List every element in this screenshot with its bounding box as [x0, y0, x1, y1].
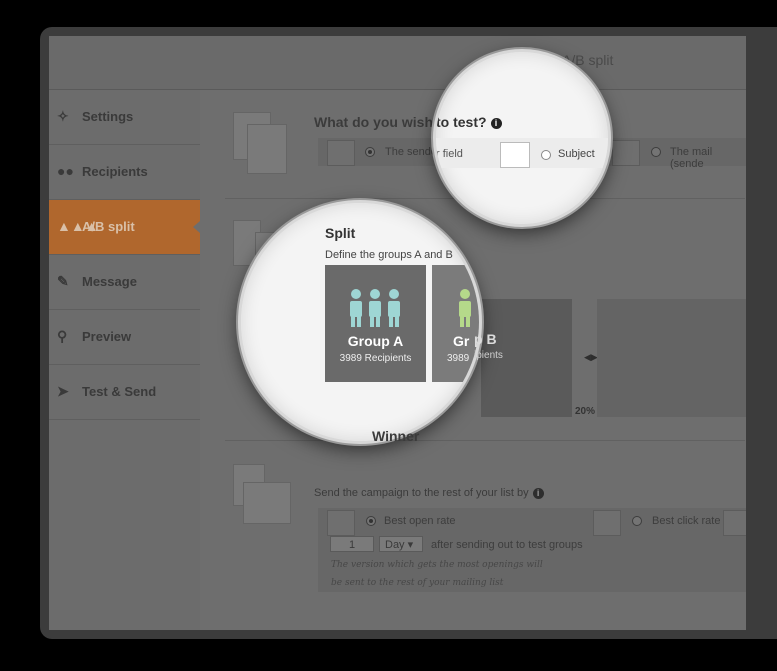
sidebar-item-preview[interactable]: ⚲ Preview	[49, 310, 200, 365]
hand-click-icon	[723, 510, 746, 536]
split-subtitle: Define the groups A and B	[325, 249, 453, 261]
mail-sender-option-label: The mail (sende	[670, 146, 713, 170]
sidebar-item-label: Recipients	[82, 164, 148, 179]
magnifier-split-groups: Split Define the groups A and B Group A …	[238, 200, 482, 444]
test-docs-illustration	[233, 112, 287, 174]
info-icon[interactable]: i	[532, 487, 544, 499]
click-rate-label: Best click rate	[652, 515, 721, 527]
sidebar-item-ab-split[interactable]: ▲▲▲ A/B split	[49, 200, 200, 255]
subject-radio[interactable]	[541, 150, 551, 160]
group-a-name: Group A	[347, 333, 404, 349]
rest-of-list-block	[597, 299, 746, 417]
winner-envelope-illustration	[233, 464, 291, 524]
sidebar-item-message[interactable]: ✎ Message	[49, 255, 200, 310]
group-a-recipients: 3989 Recipients	[339, 353, 412, 364]
sidebar-item-recipients[interactable]: ●● Recipients	[49, 145, 200, 200]
split-percent: 20%	[575, 406, 596, 417]
split-slider-handle-icon[interactable]: ◀▶	[584, 352, 598, 363]
sidebar-item-label: Test & Send	[82, 384, 157, 399]
people-group-icon: ▲▲▲	[57, 218, 99, 234]
winner-note-line1: The version which gets the most openings…	[331, 560, 543, 570]
mail-sender-icon	[612, 140, 640, 166]
magnifier-test-options: to test? i r field Subject	[433, 49, 611, 227]
edit-icon: ✎	[57, 273, 69, 289]
preview-icon: ⚲	[57, 328, 68, 344]
chevron-down-icon: ▾	[407, 539, 414, 551]
sender-radio[interactable]	[365, 147, 375, 157]
sidebar-item-label: Preview	[82, 329, 132, 344]
sidebar-item-test-send[interactable]: ➤ Test & Send	[49, 365, 200, 420]
sidebar: ✧ Settings ●● Recipients ▲▲▲ A/B split ✎…	[49, 90, 200, 630]
open-rate-label: Best open rate	[384, 515, 456, 527]
title-bar: A/B split	[49, 36, 746, 90]
sidebar-item-settings[interactable]: ✧ Settings	[49, 90, 200, 145]
group-b-name-outside: p B	[474, 331, 497, 347]
settings-tools-icon: ✧	[57, 108, 69, 124]
winner-subtitle: Send the campaign to the rest of your li…	[314, 487, 544, 499]
group-a-people-icon	[350, 289, 400, 327]
group-b-card[interactable]: Gr 3989	[432, 265, 479, 382]
winner-subtitle-text: Send the campaign to the rest of your li…	[314, 487, 529, 499]
test-heading: What do you wish	[314, 114, 433, 130]
winner-heading: Winner	[372, 428, 420, 444]
mail-sender-radio[interactable]	[651, 147, 661, 157]
sender-option-label-suffix: r field	[436, 148, 463, 160]
duration-unit-select[interactable]: Day ▾	[379, 536, 423, 552]
sender-icon	[327, 140, 355, 166]
sidebar-item-label: Message	[82, 274, 137, 289]
subject-doc-icon	[500, 142, 530, 168]
test-heading-right-text: to test?	[436, 114, 487, 130]
group-b-recipients: 3989	[447, 353, 470, 364]
duration-unit-value: Day	[385, 539, 405, 551]
group-b-people-icon	[459, 289, 471, 327]
after-sending-label: after sending out to test groups	[431, 539, 583, 551]
subject-option-label: Subject	[558, 148, 595, 160]
sender-option-label: The sender	[385, 146, 441, 158]
group-a-card[interactable]: Group A 3989 Recipients	[325, 265, 426, 382]
click-rate-radio[interactable]	[632, 516, 642, 526]
test-heading-magnified: to test? i	[436, 114, 502, 130]
sidebar-item-label: A/B split	[82, 219, 135, 234]
open-rate-radio[interactable]	[366, 516, 376, 526]
duration-count-input[interactable]: 1	[330, 536, 374, 552]
paper-plane-icon: ➤	[57, 383, 69, 399]
section-divider	[225, 440, 745, 441]
group-b-recipients-outside: ipients	[474, 350, 503, 361]
sidebar-item-label: Settings	[82, 109, 134, 124]
split-heading: Split	[325, 225, 356, 241]
group-b-name: Gr	[453, 333, 470, 349]
users-icon: ●●	[57, 163, 74, 179]
click-rate-icon	[593, 510, 621, 536]
winner-note-line2: be sent to the rest of your mailing list	[331, 578, 504, 588]
info-icon[interactable]: i	[490, 117, 502, 129]
open-rate-eye-icon	[327, 510, 355, 536]
